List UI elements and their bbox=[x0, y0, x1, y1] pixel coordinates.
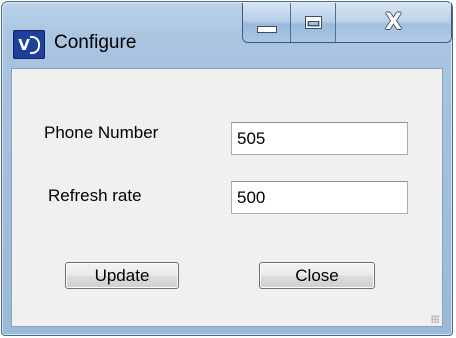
maximize-icon bbox=[304, 16, 322, 29]
phone-number-label: Phone Number bbox=[44, 123, 159, 142]
caption-buttons: X bbox=[242, 3, 452, 43]
title-bar[interactable]: V Configure X bbox=[2, 2, 452, 60]
close-button[interactable]: Close bbox=[259, 262, 375, 289]
window-title: Configure bbox=[54, 32, 137, 53]
refresh-rate-label: Refresh rate bbox=[48, 186, 142, 205]
client-area: Phone Number 505 Refresh rate 500 Update… bbox=[11, 68, 443, 327]
app-icon[interactable]: V bbox=[13, 30, 45, 59]
refresh-rate-input[interactable]: 500 bbox=[231, 181, 408, 214]
close-icon: X bbox=[385, 10, 402, 35]
maximize-button[interactable] bbox=[291, 3, 336, 42]
phone-number-input[interactable]: 505 bbox=[231, 122, 408, 155]
configure-window: V Configure X Phone Number 505 Refresh r… bbox=[1, 1, 453, 336]
resize-grip[interactable] bbox=[431, 315, 439, 323]
close-window-button[interactable]: X bbox=[336, 3, 451, 42]
minimize-icon bbox=[256, 26, 277, 33]
app-icon-glyph: V bbox=[18, 35, 30, 54]
update-button[interactable]: Update bbox=[65, 262, 179, 289]
minimize-button[interactable] bbox=[243, 3, 291, 42]
app-icon-d-shape bbox=[29, 35, 40, 54]
